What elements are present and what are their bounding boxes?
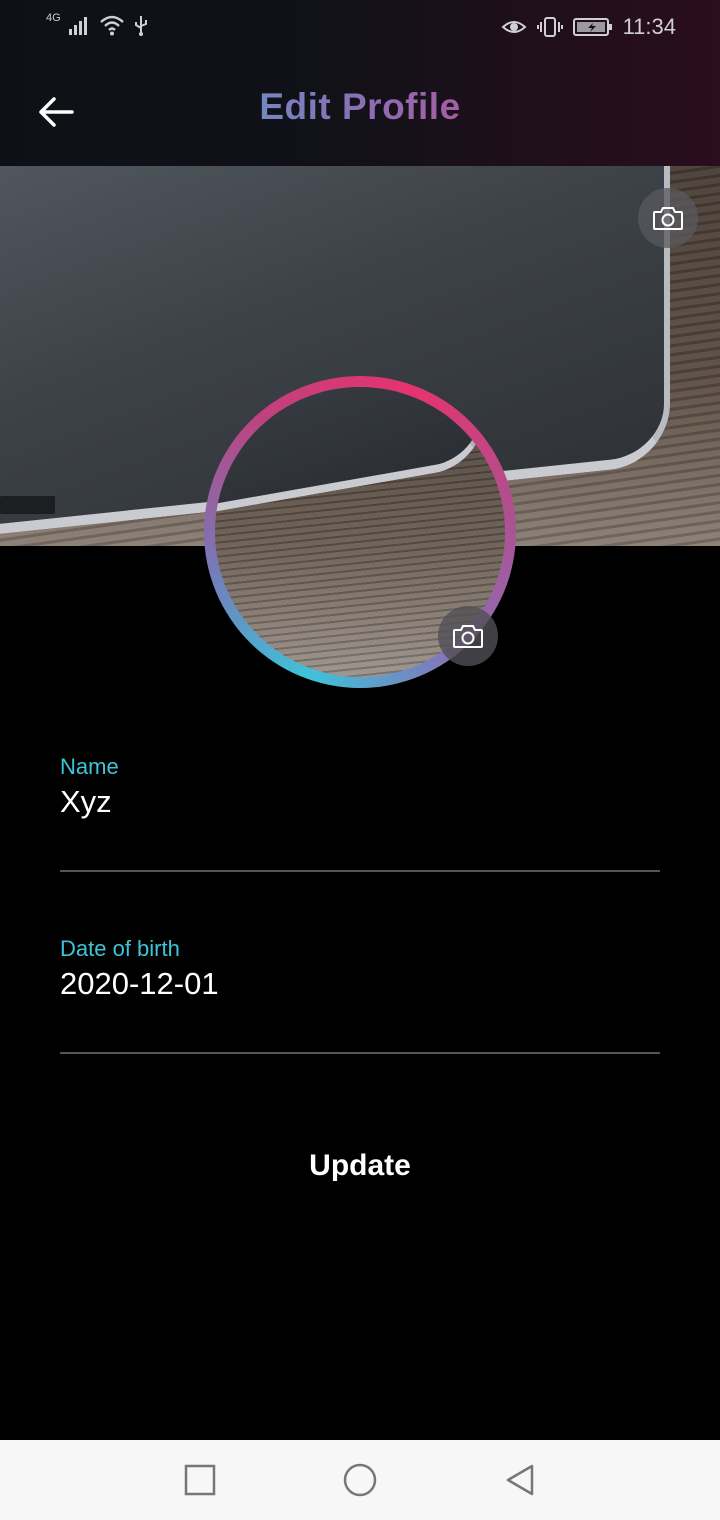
change-cover-button[interactable] [638, 188, 698, 248]
wifi-icon [99, 15, 124, 36]
avatar-photo-content [215, 387, 485, 517]
status-bar: 4G 11:34 [0, 0, 720, 56]
status-left: 4G [46, 12, 149, 36]
eye-comfort-icon [501, 21, 527, 33]
system-nav-bar [0, 1440, 720, 1520]
camera-icon [653, 207, 683, 230]
square-icon [184, 1464, 216, 1496]
dob-field[interactable]: Date of birth 2020-12-01 [60, 936, 660, 1054]
triangle-back-icon [506, 1464, 534, 1496]
app-header: Edit Profile [0, 56, 720, 166]
network-type-label: 4G [46, 12, 61, 24]
name-input[interactable]: Xyz [60, 784, 112, 820]
name-field[interactable]: Name Xyz [60, 754, 660, 872]
camera-icon [453, 625, 483, 648]
cover-photo-detail [0, 496, 55, 514]
page-title: Edit Profile [0, 86, 720, 128]
battery-icon [572, 18, 612, 36]
usb-icon [134, 16, 147, 36]
status-right: 11:34 [501, 14, 676, 40]
recent-apps-button[interactable] [180, 1460, 220, 1500]
system-back-button[interactable] [500, 1460, 540, 1500]
home-button[interactable] [340, 1460, 380, 1500]
dob-input[interactable]: 2020-12-01 [60, 966, 219, 1002]
top-bar: 4G 11:34 Edit Profile [0, 0, 720, 166]
vibrate-icon [536, 17, 563, 37]
dob-label: Date of birth [60, 936, 180, 961]
signal-icon [68, 17, 87, 35]
update-button[interactable]: Update [210, 1130, 510, 1202]
status-time: 11:34 [622, 14, 676, 39]
name-label: Name [60, 754, 119, 779]
change-avatar-button[interactable] [438, 606, 498, 666]
circle-icon [343, 1463, 377, 1497]
